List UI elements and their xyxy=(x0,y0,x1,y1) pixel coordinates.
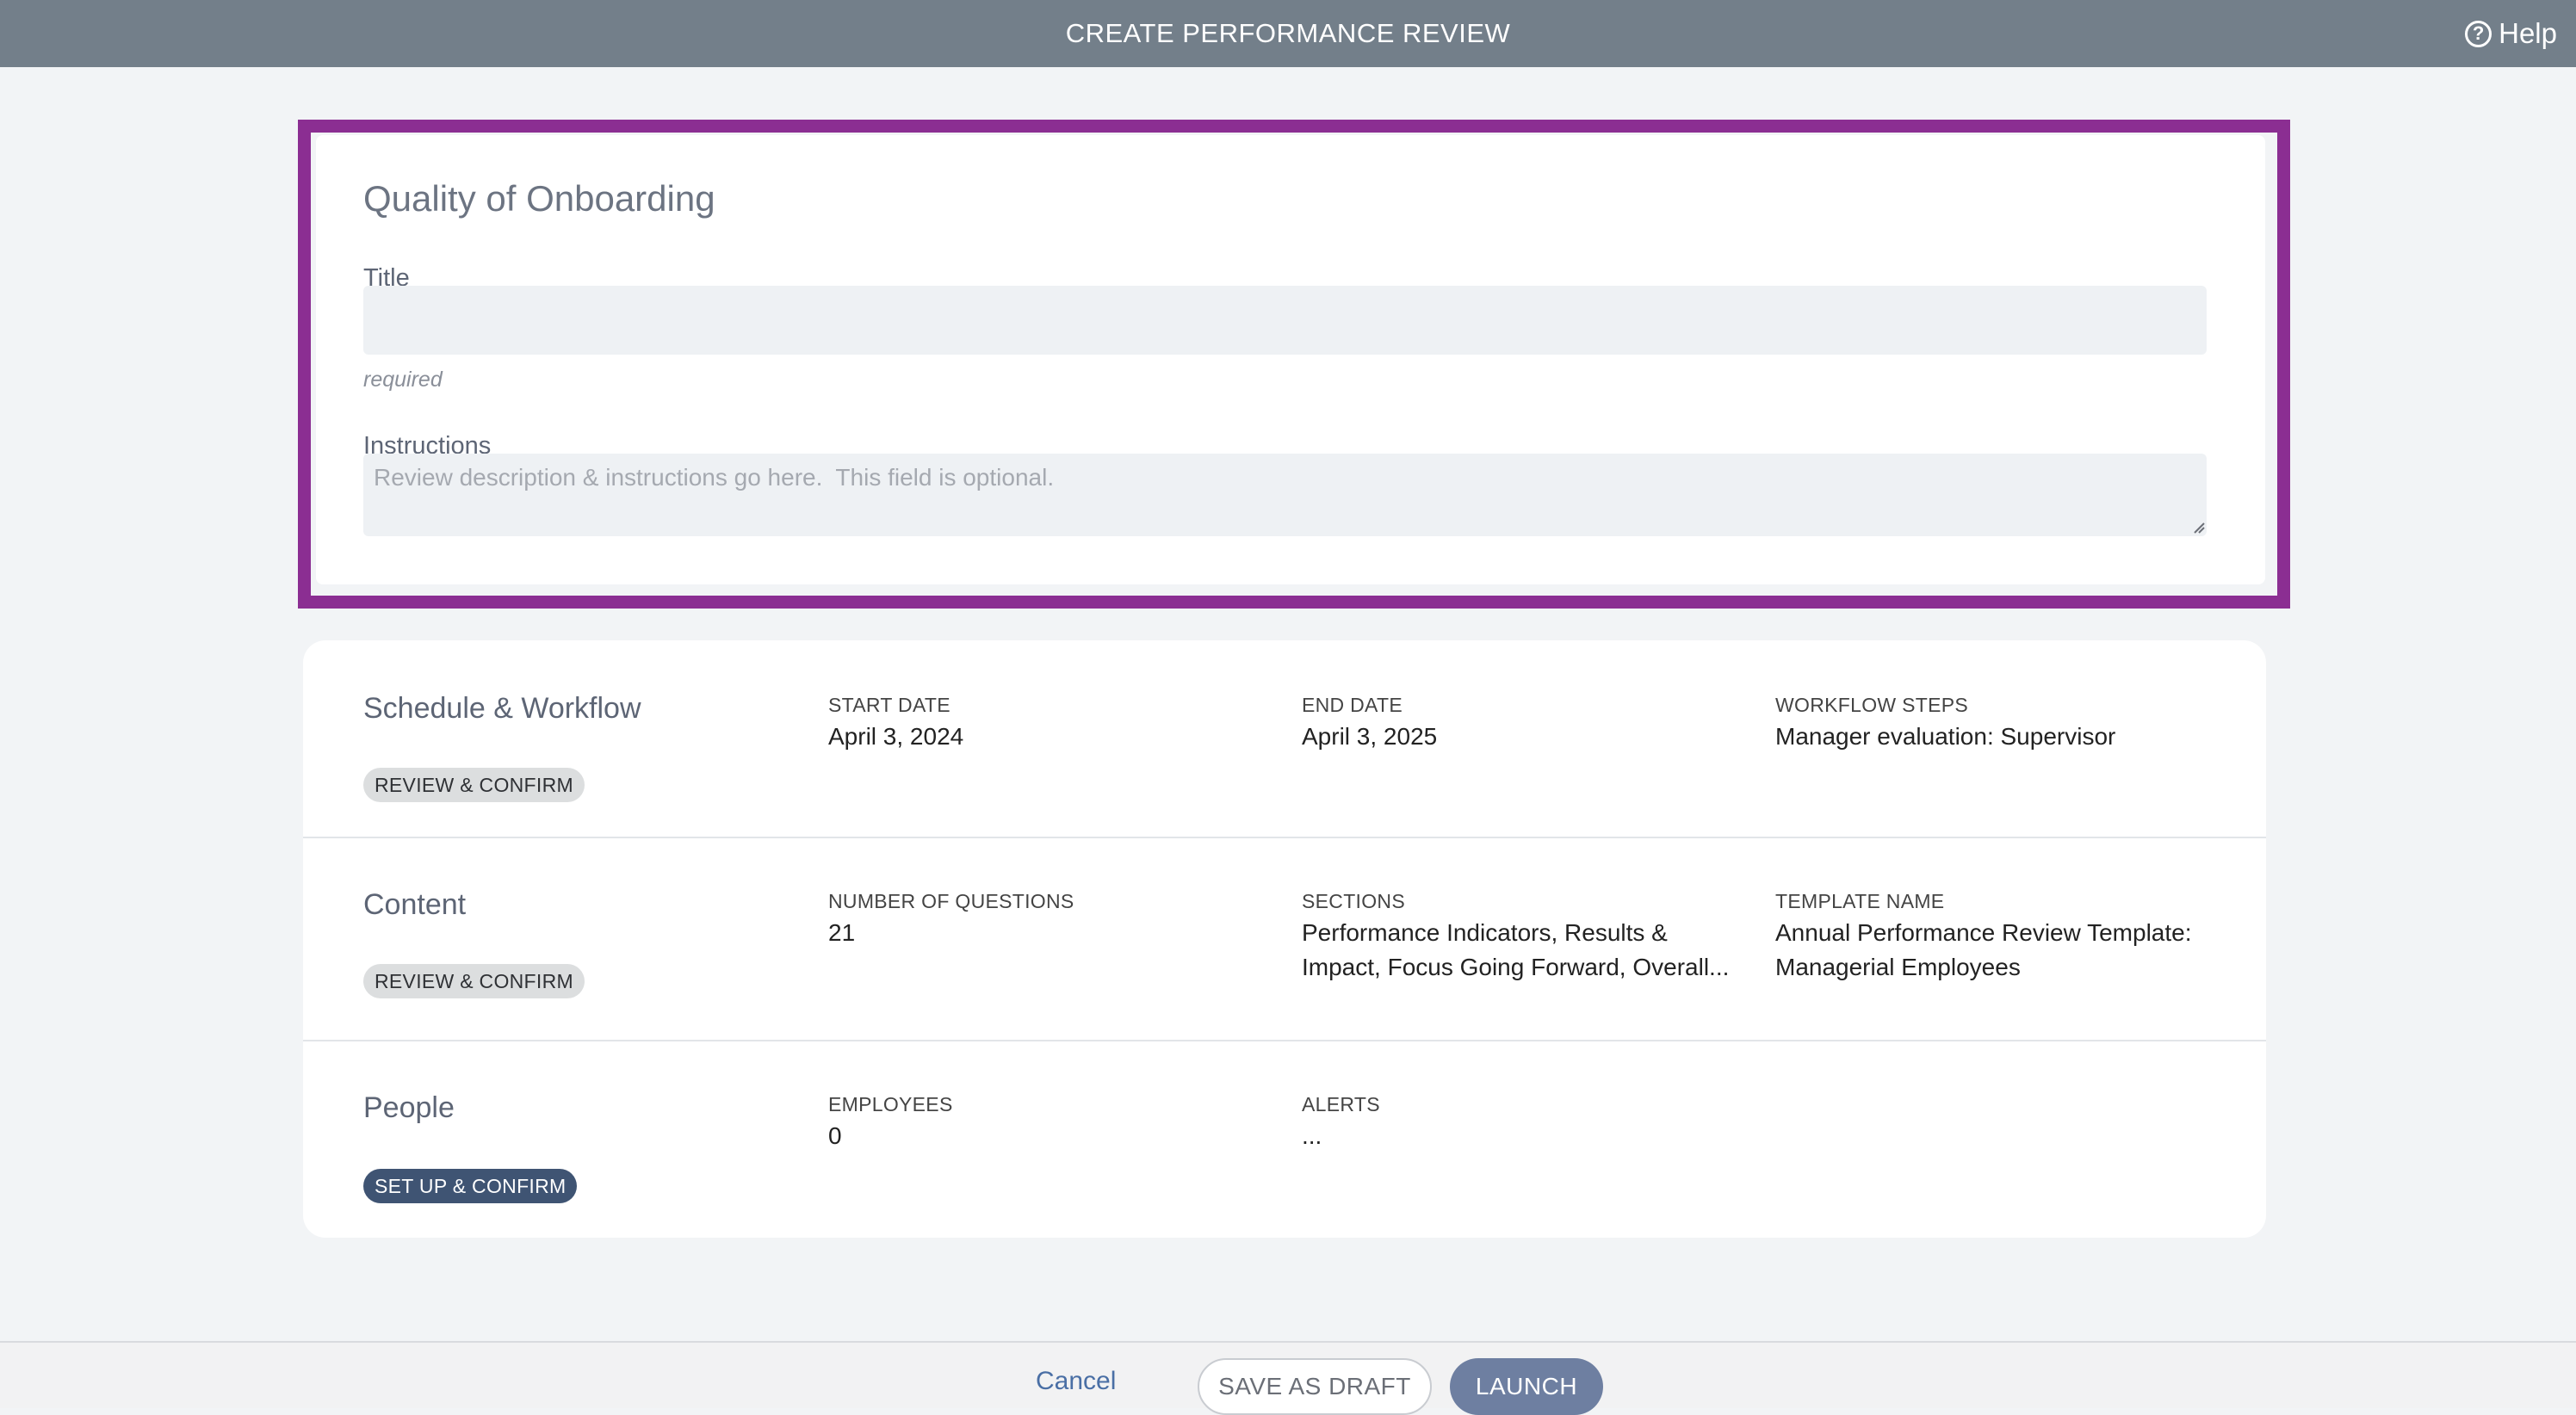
end-date-value: April 3, 2025 xyxy=(1302,723,1438,750)
employees-value: 0 xyxy=(828,1122,842,1149)
review-details-card: Quality of Onboarding Title required Ins… xyxy=(316,135,2265,584)
template-name-value-line-2: Managerial Employees xyxy=(1775,954,2021,980)
number-of-questions-value: 21 xyxy=(828,919,856,946)
end-date-label: END DATE xyxy=(1302,694,1403,716)
alerts-value: ... xyxy=(1302,1122,1322,1149)
people-set-up-confirm-button[interactable]: SET UP & CONFIRM xyxy=(363,1169,578,1203)
start-date-label: START DATE xyxy=(828,694,951,716)
employees-label: EMPLOYEES xyxy=(828,1093,953,1115)
people-row: People SET UP & CONFIRM EMPLOYEES 0 ALER… xyxy=(303,1041,2266,1238)
resize-grip-icon[interactable] xyxy=(2193,522,2205,534)
sections-label: SECTIONS xyxy=(1302,890,1405,912)
alerts-label: ALERTS xyxy=(1302,1093,1380,1115)
save-as-draft-button[interactable]: SAVE AS DRAFT xyxy=(1198,1358,1432,1415)
top-bar: CREATE PERFORMANCE REVIEW ? Help xyxy=(0,0,2576,67)
page-title: CREATE PERFORMANCE REVIEW xyxy=(1065,18,1511,48)
content-review-confirm-button[interactable]: REVIEW & CONFIRM xyxy=(363,964,585,998)
help-button[interactable]: ? Help xyxy=(2465,0,2557,67)
help-label: Help xyxy=(2499,17,2557,49)
sections-value-line-1: Performance Indicators, Results & xyxy=(1302,919,1668,946)
sections-value-line-2: Impact, Focus Going Forward, Overall... xyxy=(1302,954,1730,980)
question-circle-icon: ? xyxy=(2465,20,2492,47)
launch-button[interactable]: LAUNCH xyxy=(1450,1358,1603,1415)
title-required-hint: required xyxy=(363,368,443,392)
content-row: Content REVIEW & CONFIRM NUMBER OF QUEST… xyxy=(303,838,2266,1040)
schedule-workflow-title: Schedule & Workflow xyxy=(363,692,641,725)
title-input[interactable] xyxy=(363,286,2207,355)
template-name-label: TEMPLATE NAME xyxy=(1775,890,1945,912)
template-name-value-line-1: Annual Performance Review Template: xyxy=(1775,919,2192,946)
schedule-workflow-row: Schedule & Workflow REVIEW & CONFIRM STA… xyxy=(303,640,2266,837)
workflow-steps-label: WORKFLOW STEPS xyxy=(1775,694,1968,716)
schedule-review-confirm-button[interactable]: REVIEW & CONFIRM xyxy=(363,768,585,802)
workflow-steps-value: Manager evaluation: Supervisor xyxy=(1775,723,2116,750)
content-title: Content xyxy=(363,888,467,921)
review-summary-card: Schedule & Workflow REVIEW & CONFIRM STA… xyxy=(303,640,2266,1238)
number-of-questions-label: NUMBER OF QUESTIONS xyxy=(828,890,1074,912)
cancel-link[interactable]: Cancel xyxy=(1036,1367,1116,1396)
review-details-highlight: Quality of Onboarding Title required Ins… xyxy=(298,120,2290,609)
footer-bar: Cancel SAVE AS DRAFT LAUNCH xyxy=(0,1341,2576,1415)
people-title: People xyxy=(363,1091,455,1124)
instructions-textarea[interactable] xyxy=(363,454,2207,536)
review-heading: Quality of Onboarding xyxy=(363,178,715,219)
start-date-value: April 3, 2024 xyxy=(828,723,964,750)
